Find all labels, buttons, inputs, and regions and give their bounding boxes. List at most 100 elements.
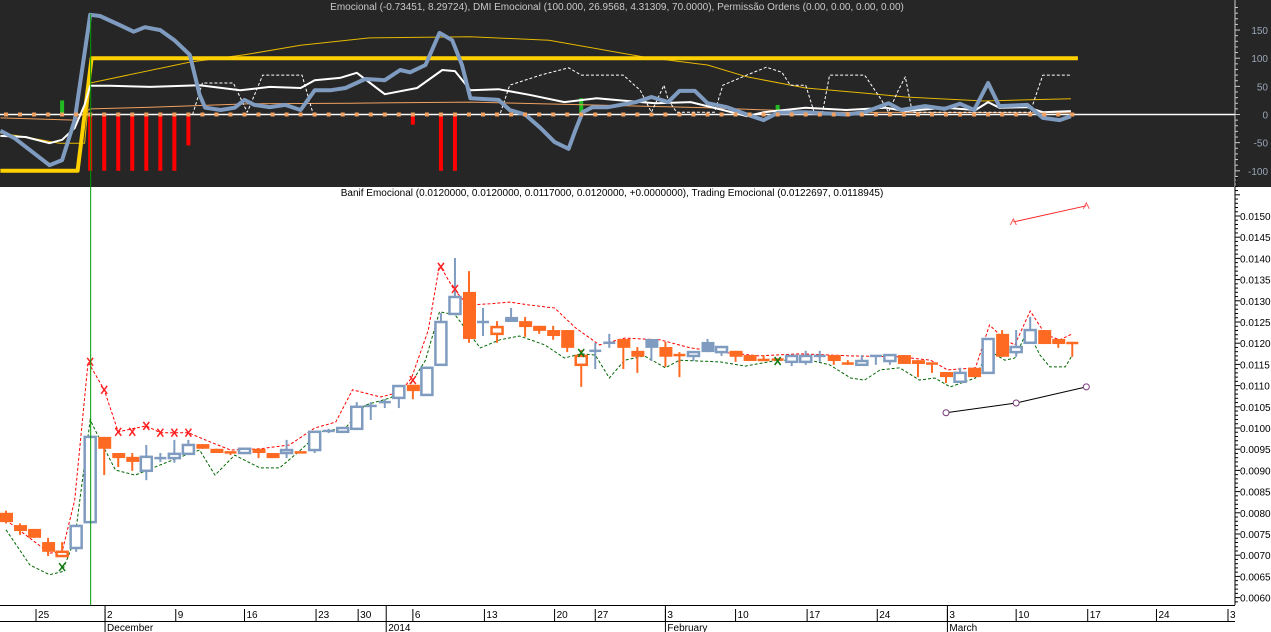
- candle-body: [112, 453, 126, 459]
- candle[interactable]: [266, 453, 280, 459]
- candle[interactable]: [69, 524, 83, 552]
- date-tick-label: 9: [178, 610, 184, 621]
- price-panel-bg: [0, 187, 1271, 605]
- zero-dot: [929, 112, 934, 117]
- candle[interactable]: [981, 337, 995, 375]
- candle-body: [392, 384, 406, 400]
- month-label: March: [949, 623, 977, 632]
- candle[interactable]: [743, 355, 757, 362]
- y-tick-label: 0.0135: [1240, 276, 1271, 287]
- zero-dot: [705, 112, 710, 117]
- y-tick-label: 0.0080: [1240, 509, 1271, 520]
- zero-dot: [270, 112, 275, 117]
- candle-body: [210, 448, 224, 454]
- sell-bar: [116, 114, 121, 171]
- y-tick-label: 0.0105: [1240, 403, 1271, 414]
- zero-dot: [986, 112, 991, 117]
- y-tick-label: 0.0070: [1240, 551, 1271, 562]
- trendline-handle-icon[interactable]: [1012, 399, 1020, 407]
- candle-body: [617, 338, 631, 348]
- zero-dot: [831, 112, 836, 117]
- sell-bar: [438, 114, 443, 171]
- candle-body: [237, 447, 252, 455]
- zero-dot: [859, 112, 864, 117]
- date-tick-label: 6: [415, 610, 421, 621]
- zero-dot: [537, 112, 542, 117]
- candle-body: [855, 359, 869, 367]
- y-tick-label: 0.0120: [1240, 339, 1271, 350]
- candle[interactable]: [307, 430, 322, 454]
- candle-body: [0, 512, 13, 523]
- sell-bar: [102, 114, 107, 171]
- candle[interactable]: [196, 444, 210, 449]
- zero-dot: [887, 112, 892, 117]
- date-tick-label: 30: [360, 610, 372, 621]
- y-tick-label: 0.0140: [1240, 254, 1271, 265]
- zero-dot: [368, 112, 373, 117]
- zero-dot: [944, 112, 949, 117]
- candle-body: [631, 350, 645, 357]
- zero-dot: [326, 112, 331, 117]
- candle-body: [505, 316, 519, 322]
- candle[interactable]: [996, 330, 1010, 357]
- date-tick-label: 3: [1230, 610, 1236, 621]
- zero-dot: [60, 112, 65, 117]
- candle[interactable]: [420, 366, 434, 397]
- candle[interactable]: [968, 367, 982, 378]
- zero-dot: [298, 112, 303, 117]
- zero-dot: [621, 112, 626, 117]
- date-tick-label: 3: [667, 610, 673, 621]
- candle-body: [743, 355, 757, 362]
- zero-dot: [32, 112, 37, 117]
- y-tick-label: 0.0125: [1240, 318, 1271, 329]
- month-label: December: [107, 623, 154, 632]
- zero-dot: [396, 112, 401, 117]
- date-tick-label: 10: [1018, 610, 1030, 621]
- candle[interactable]: [210, 448, 224, 454]
- trendline-handle-icon[interactable]: [1082, 383, 1090, 391]
- candle-body: [729, 350, 743, 357]
- candle[interactable]: [294, 451, 307, 454]
- zero-dot: [509, 112, 514, 117]
- zero-dot: [228, 112, 233, 117]
- zero-dot: [74, 112, 79, 117]
- zero-dot: [102, 112, 107, 117]
- candle-body: [350, 405, 364, 431]
- date-axis[interactable]: 25 2 9 16 23 30 6 13 20 27 3 10 17 24 3 10 17 24 3 December…: [0, 605, 1271, 632]
- candle-body: [42, 542, 56, 552]
- zero-dot: [1028, 112, 1033, 117]
- zero-dot: [775, 112, 780, 117]
- candle[interactable]: [434, 313, 448, 367]
- y-tick-label: 0.0090: [1240, 466, 1271, 477]
- date-axis-bg: [0, 605, 1271, 632]
- candle-body: [883, 353, 897, 363]
- zero-dot: [551, 112, 556, 117]
- candle[interactable]: [237, 447, 252, 455]
- candle-body: [714, 345, 729, 354]
- candle-body: [686, 350, 701, 358]
- sell-bar: [452, 114, 457, 171]
- candle[interactable]: [28, 528, 42, 538]
- zero-dot: [340, 112, 345, 117]
- zero-dot: [200, 112, 205, 117]
- y-tick-label: 100: [1251, 54, 1268, 65]
- candle-body: [28, 528, 42, 538]
- zero-dot: [845, 112, 850, 117]
- candle[interactable]: [897, 355, 911, 364]
- trading-chart[interactable]: 150 100 50 0 -50 -100 0.0150 0.0145 0.0140 0.013…: [0, 0, 1271, 632]
- candle-body: [1023, 328, 1037, 345]
- zero-dot: [172, 112, 177, 117]
- y-tick-label: -100: [1248, 167, 1268, 178]
- candle[interactable]: [350, 402, 364, 431]
- candle[interactable]: [1038, 330, 1052, 345]
- candle[interactable]: [335, 426, 350, 434]
- candle-body: [798, 354, 813, 364]
- zero-dot: [130, 112, 135, 117]
- trendline-handle-icon[interactable]: [942, 409, 950, 417]
- candle-body: [335, 426, 350, 434]
- candle-body: [701, 341, 715, 353]
- candle-body: [490, 325, 504, 336]
- date-tick-label: 16: [247, 610, 259, 621]
- zero-dot: [284, 112, 289, 117]
- zero-dot: [691, 112, 696, 117]
